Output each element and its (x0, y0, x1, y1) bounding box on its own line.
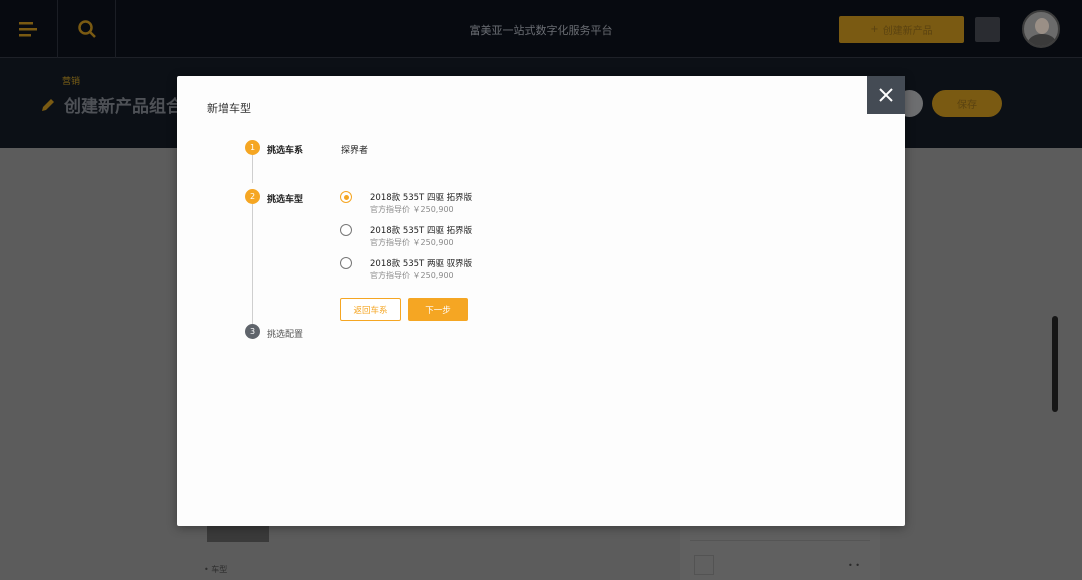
step-2-number: 2 (245, 189, 260, 204)
step-3-number: 3 (245, 324, 260, 339)
create-product-label: 创建新产品 (882, 26, 933, 37)
dropdown-button[interactable] (975, 17, 1000, 42)
back-to-series-button[interactable]: 返回车系 (340, 298, 401, 321)
dialog-title: 新增车型 (207, 102, 251, 115)
user-avatar[interactable] (1022, 10, 1060, 48)
model-option-name: 2018款 535T 四驱 拓界版 (370, 226, 473, 236)
scrollbar-thumb[interactable] (1052, 316, 1058, 412)
close-icon (879, 88, 893, 102)
close-button[interactable] (867, 76, 905, 114)
radio-button[interactable] (340, 257, 352, 269)
model-option-price: 官方指导价 ￥250,900 (370, 205, 454, 214)
avatar-head (1035, 18, 1049, 34)
add-vehicle-model-dialog: 新增车型 1 挑选车系 探界者 2 挑选车型 2018款 535T 四驱 拓界版… (177, 76, 905, 526)
background-checkbox (694, 555, 714, 575)
next-step-button[interactable]: 下一步 (408, 298, 468, 321)
page-title: 创建新产品组合 (40, 92, 183, 117)
model-option-price: 官方指导价 ￥250,900 (370, 238, 454, 247)
selected-series-value: 探界者 (341, 146, 369, 156)
step-2-label: 挑选车型 (267, 195, 304, 205)
step-connector (252, 155, 253, 183)
pencil-icon (42, 98, 54, 111)
plus-icon: + (870, 24, 879, 35)
step-connector (252, 204, 253, 324)
background-label: • 车型 (204, 565, 228, 574)
page-title-text: 创建新产品组合 (64, 97, 183, 117)
model-option-price: 官方指导价 ￥250,900 (370, 271, 454, 280)
step-1-label[interactable]: 挑选车系 (267, 143, 303, 156)
create-product-button[interactable]: + 创建新产品 (839, 16, 964, 43)
divider (690, 540, 870, 541)
save-button[interactable]: 保存 (932, 90, 1002, 117)
background-tab (207, 526, 269, 542)
model-option-name: 2018款 535T 四驱 拓界版 (370, 193, 473, 203)
model-option-name: 2018款 535T 两驱 驭界版 (370, 259, 473, 269)
breadcrumb[interactable]: 营销 (62, 74, 80, 87)
step-3-label: 挑选配置 (267, 330, 304, 340)
background-dots: • • (848, 561, 860, 570)
radio-button[interactable] (340, 224, 352, 236)
step-1-number: 1 (245, 140, 260, 155)
top-navigation-bar: 富美亚一站式数字化服务平台 + 创建新产品 (0, 0, 1082, 58)
avatar-shoulders (1028, 34, 1056, 46)
radio-button-checked[interactable] (340, 191, 352, 203)
